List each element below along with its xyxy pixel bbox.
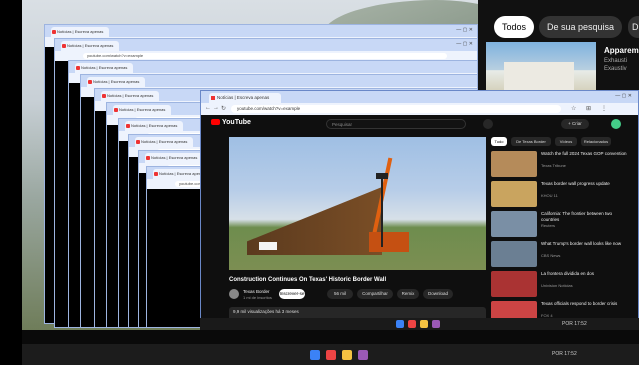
recommendation-channel: Univision Noticias [541,283,573,288]
filter-channel[interactable]: De Texas Border [511,137,551,146]
channel-avatar[interactable] [229,289,239,299]
filter-your-search-chip[interactable]: De sua pesquisa [539,16,623,38]
youtube-search-input[interactable]: Pesquisar [326,119,466,129]
youtube-header: YouTube Pesquisar + Criar [201,115,638,133]
youtube-browser-window[interactable]: Notícias | Escreva apenas — ▢ ✕ ← → ↻ yo… [200,90,639,327]
system-tray[interactable]: POR 17:52 [562,321,587,327]
youtube-logo[interactable]: YouTube [211,119,251,126]
recommendation-channel: Texas Tribune [541,163,566,168]
browser-tab[interactable]: Notícias | Escreva apenas [125,121,183,131]
channel-subscribers: 1 mi de inscritos [243,295,272,300]
recommendation-channel: KHOU 11 [541,193,558,198]
recommendation-item[interactable]: Watch the full 2024 Texas GOP convention… [491,151,631,177]
address-bar[interactable]: youtube.com/watch?v=example [83,53,447,59]
light-tower-head [376,173,388,179]
start-icon[interactable] [396,320,404,328]
recommendation-title[interactable]: California: The frontier between two cou… [541,211,627,222]
browser-tab[interactable]: Notícias | Escreva apenas [75,63,133,73]
light-tower [381,177,383,247]
result-snippet-1: Exhausti [604,58,628,64]
avatar[interactable] [611,119,621,129]
window-controls[interactable]: — ▢ ✕ [615,93,632,99]
recommendation-title[interactable]: Watch the full 2024 Texas GOP convention [541,151,627,157]
file-explorer-icon[interactable] [342,350,352,360]
truck [259,242,277,250]
file-explorer-icon[interactable] [420,320,428,328]
video-player[interactable] [229,137,486,270]
recommendation-thumbnail[interactable] [491,271,537,297]
filter-videos[interactable]: Vídeos [555,137,577,146]
back-icon[interactable]: ← [205,105,211,111]
remix-button[interactable]: Remix [397,289,419,299]
address-bar[interactable]: youtube.com/watch?v=example [231,105,561,113]
recommendation-thumbnail[interactable] [491,181,537,207]
forward-icon[interactable]: → [213,105,219,111]
recommendation-item[interactable]: La frontera dividida en dos Univision No… [491,271,631,297]
result-snippet-2: Exaustiv [604,66,627,72]
recommendation-channel: Reuters [541,223,556,228]
youtube-play-icon [211,119,220,126]
channel-name[interactable]: Texas Border [243,289,270,294]
browser-app-icon[interactable] [326,350,336,360]
filter-more-chip[interactable]: D [628,16,639,38]
browser-tab[interactable]: Notícias | Escreva apenas [61,41,119,51]
crane-base [369,232,409,252]
microphone-icon[interactable] [483,119,493,129]
subscribe-button[interactable]: Inscrever-se [279,289,305,299]
taskbar: POR 17:52 [22,344,639,365]
download-button[interactable]: Download [423,289,453,299]
extensions-icon[interactable]: ⊞ [586,105,591,112]
screen-edge [0,0,22,365]
start-icon[interactable] [310,350,320,360]
recommendation-item[interactable]: Texas border wall progress update KHOU 1… [491,181,631,207]
reload-icon[interactable]: ↻ [221,105,226,112]
menu-icon[interactable]: ⋮ [601,105,607,112]
recommendation-item[interactable]: What Trump's border wall looks like now … [491,241,631,267]
create-button[interactable]: + Criar [561,119,589,129]
browser-tab[interactable]: Notícias | Escreva apenas [135,137,193,147]
window-controls[interactable]: — ▢ ✕ [456,27,473,33]
browser-tab[interactable]: Notícias | Escreva apenas [51,27,109,37]
recommendation-title[interactable]: What Trump's border wall looks like now [541,241,627,247]
recommendation-thumbnail[interactable] [491,211,537,237]
recommendation-channel: CBS News [541,253,561,258]
browser-app-icon[interactable] [408,320,416,328]
recommendation-thumbnail[interactable] [491,151,537,177]
recommendation-title[interactable]: Texas border wall progress update [541,181,627,187]
app-icon[interactable] [432,320,440,328]
browser-tab-youtube[interactable]: Notícias | Escreva apenas [209,93,281,103]
filter-all-chip[interactable]: Todos [494,16,535,38]
star-icon[interactable]: ☆ [571,105,576,112]
browser-tab[interactable]: Notícias | Escreva apenas [145,153,203,163]
recommendation-title[interactable]: Texas officials respond to border crisis [541,301,627,307]
browser-tab[interactable]: Notícias | Escreva apenas [87,77,145,87]
app-icon[interactable] [358,350,368,360]
inner-taskbar: POR 17:52 [200,318,639,330]
recommendation-thumbnail[interactable] [491,241,537,267]
window-controls[interactable]: — ▢ ✕ [456,41,473,47]
browser-tab[interactable]: Notícias | Escreva apenas [101,91,159,101]
recommendation-item[interactable]: California: The frontier between two cou… [491,211,631,237]
system-tray[interactable]: POR 17:52 [552,351,577,357]
result-title[interactable]: Apparem [604,46,639,55]
share-button[interactable]: Compartilhar [357,289,393,299]
filter-all[interactable]: Tudo [491,137,507,146]
like-button[interactable]: 56 mil [327,289,353,299]
browser-tab[interactable]: Notícias | Escreva apenas [113,105,171,115]
filter-related[interactable]: Relacionados [581,137,611,146]
video-title: Construction Continues On Texas' Histori… [229,277,387,283]
recommendation-title[interactable]: La frontera dividida en dos [541,271,627,277]
